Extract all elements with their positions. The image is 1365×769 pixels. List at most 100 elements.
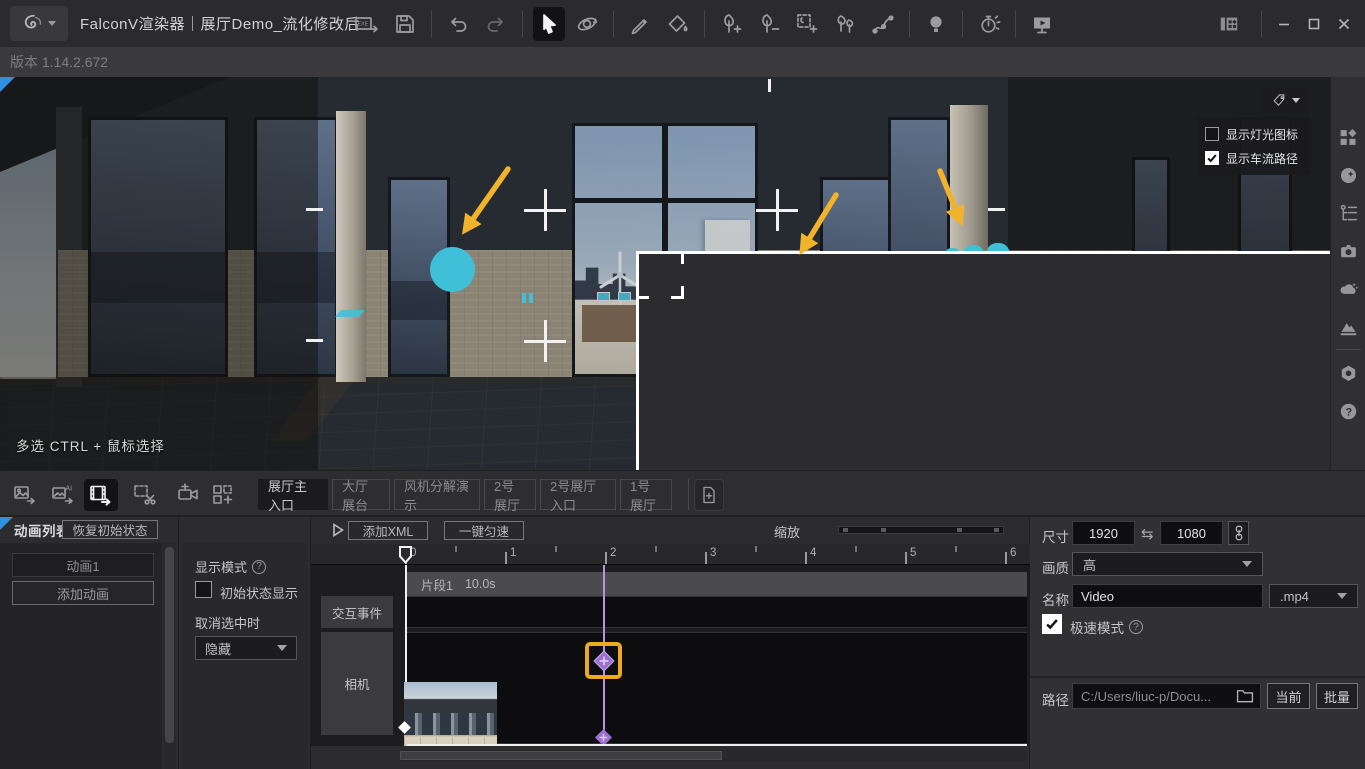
chevron-down-icon	[1337, 593, 1347, 599]
swap-dimensions-icon[interactable]: ⇆	[1141, 525, 1154, 543]
quality-dropdown[interactable]: 高	[1072, 552, 1263, 576]
timeline-ruler[interactable]: 0 1 2 3 4 5 6	[311, 544, 1030, 565]
hierarchy-icon[interactable]	[1338, 203, 1359, 224]
help-circle-icon[interactable]: ?	[252, 560, 266, 574]
maximize-button[interactable]	[1299, 7, 1329, 41]
app-menu-button[interactable]	[10, 6, 68, 41]
menu-item-show-lights[interactable]: 显示灯光图标	[1205, 122, 1302, 146]
playhead-marker[interactable]	[399, 546, 412, 564]
redo-button[interactable]	[480, 7, 512, 41]
width-input[interactable]	[1072, 521, 1135, 545]
falconv-logo-icon	[22, 13, 44, 35]
close-button[interactable]	[1329, 7, 1359, 41]
menu-item-show-traffic[interactable]: 显示车流路径	[1205, 146, 1302, 170]
scene-tab-hall1[interactable]: 1号展厅	[620, 479, 672, 510]
play-button[interactable]	[321, 523, 332, 537]
add-vegetation-button[interactable]	[715, 7, 747, 41]
export-ai-image-button[interactable]: AI	[46, 479, 80, 511]
timer-tool-button[interactable]	[973, 7, 1005, 41]
checkbox-unchecked[interactable]	[1205, 127, 1219, 141]
animation-list: 动画1 添加动画	[0, 543, 162, 769]
clip-segment[interactable]: 片段110.0s	[407, 572, 1027, 596]
lock-aspect-button[interactable]	[1228, 521, 1249, 545]
quality-label: 画质	[1042, 557, 1069, 577]
panel-divider	[1030, 676, 1365, 678]
initial-state-checkbox[interactable]	[195, 581, 212, 598]
events-track[interactable]	[407, 596, 1027, 628]
scene-tab-turbine-demo[interactable]: 风机分解演示	[394, 479, 480, 510]
keyframe-diamond-selected[interactable]	[593, 650, 615, 672]
chevron-down-icon	[277, 645, 287, 651]
scene-tab-main-entrance[interactable]: 展厅主入口	[258, 479, 328, 510]
display-options-menu: 显示灯光图标 显示车流路径	[1197, 117, 1310, 175]
path-input[interactable]	[1072, 683, 1261, 709]
format-dropdown[interactable]: .mp4	[1269, 584, 1358, 608]
scene-tab-hall2[interactable]: 2号展厅	[484, 479, 536, 510]
add-scene-button[interactable]	[694, 479, 724, 511]
path-tool-button[interactable]	[867, 7, 899, 41]
add-animation-button[interactable]: 添加动画	[12, 581, 154, 605]
light-tool-button[interactable]	[920, 7, 952, 41]
scrollbar-vertical[interactable]	[163, 543, 176, 769]
toolbar-separator	[962, 11, 963, 37]
weather-icon[interactable]	[1338, 279, 1359, 300]
track-base-line	[407, 744, 1027, 746]
export-exe-button[interactable]: EXE	[351, 7, 383, 41]
add-storyboard-button[interactable]	[206, 479, 240, 511]
animation-properties-panel: 动画属性 显示模式 ? 初始状态显示 取消选中时 隐藏	[179, 517, 311, 769]
camera-track[interactable]	[407, 632, 1027, 744]
reset-initial-state-button[interactable]: 恢复初始状态	[62, 520, 158, 539]
terrain-icon[interactable]	[1338, 317, 1359, 338]
marker-cyan-circle[interactable]	[430, 247, 475, 292]
toolbar-separator	[522, 11, 523, 37]
material-sphere-icon[interactable]	[1338, 165, 1359, 186]
orbit-tool-button[interactable]	[571, 7, 603, 41]
remove-vegetation-button[interactable]	[753, 7, 785, 41]
settings-icon[interactable]	[1338, 363, 1359, 384]
help-circle-icon[interactable]: ?	[1129, 620, 1143, 634]
viewport-3d[interactable]: 点击开门	[0, 77, 1330, 470]
scrollbar-thumb[interactable]	[400, 751, 722, 760]
animation-item[interactable]: 动画1	[12, 553, 154, 577]
app-window: FalconV渲染器｜展厅Demo_流化修改后 EXE	[0, 0, 1365, 769]
select-vegetation-button[interactable]	[791, 7, 823, 41]
camera-keyframe-thumbnail[interactable]	[404, 682, 497, 746]
vegetation-brush-button[interactable]	[829, 7, 861, 41]
timeline-tracks[interactable]: 片段110.0s 交互事件 相机	[311, 565, 1030, 746]
help-icon[interactable]: ?	[1338, 401, 1359, 422]
undo-button[interactable]	[442, 7, 474, 41]
export-video-button[interactable]	[84, 479, 118, 511]
components-icon[interactable]	[1338, 127, 1359, 148]
add-xml-button[interactable]: 添加XML	[348, 521, 428, 540]
presentation-display-button[interactable]	[1026, 7, 1058, 41]
multiselect-hint: 多选 CTRL + 鼠标选择	[16, 435, 165, 455]
track-label-events: 交互事件	[321, 596, 393, 628]
crosshair-marker	[524, 189, 566, 231]
scene-tab-hall-stage[interactable]: 大厅展台	[332, 479, 390, 510]
name-input[interactable]	[1072, 584, 1263, 608]
scrollbar-horizontal[interactable]	[400, 750, 1027, 761]
animation-list-panel: 动画列表 恢复初始状态 动画1 添加动画	[0, 517, 179, 769]
timeline-zoom-slider[interactable]	[838, 526, 1004, 534]
deselect-mode-dropdown[interactable]: 隐藏	[195, 636, 297, 660]
pen-tool-button[interactable]	[624, 7, 656, 41]
display-options-button[interactable]	[1262, 87, 1310, 113]
layout-panels-button[interactable]	[1214, 7, 1244, 41]
turbo-mode-checkbox[interactable]	[1042, 614, 1062, 634]
camera-icon[interactable]	[1338, 241, 1359, 262]
current-path-button[interactable]: 当前	[1267, 683, 1310, 709]
checkbox-checked[interactable]	[1205, 151, 1219, 165]
toolbar-separator	[909, 11, 910, 37]
add-camera-view-button[interactable]	[172, 479, 206, 511]
export-image-button[interactable]	[8, 479, 42, 511]
crop-image-button[interactable]	[128, 479, 162, 511]
batch-export-button[interactable]: 批量	[1316, 683, 1358, 709]
uniform-speed-button[interactable]: 一键匀速	[444, 521, 524, 540]
browse-folder-icon[interactable]	[1236, 689, 1254, 708]
select-tool-button[interactable]	[533, 7, 565, 41]
paint-bucket-button[interactable]	[662, 7, 694, 41]
save-button[interactable]	[389, 7, 421, 41]
minimize-button[interactable]	[1269, 7, 1299, 41]
scene-tab-hall2-entrance[interactable]: 2号展厅入口	[540, 479, 616, 510]
height-input[interactable]	[1160, 521, 1223, 545]
